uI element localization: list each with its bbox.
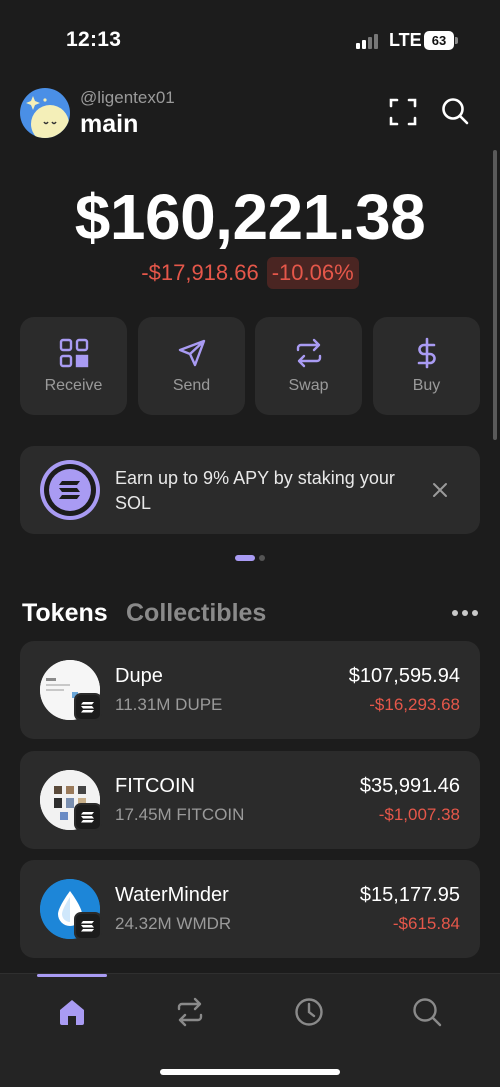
token-value: $107,595.94 <box>348 665 460 687</box>
swap-button[interactable]: Swap <box>255 317 362 415</box>
dollar-icon <box>411 337 443 369</box>
battery-level: 63 <box>424 31 454 50</box>
total-balance: $160,221.38 <box>74 181 426 253</box>
tab-tokens[interactable]: Tokens <box>22 599 108 628</box>
history-icon[interactable] <box>293 996 325 1028</box>
receive-button[interactable]: Receive <box>20 317 127 415</box>
status-time: 12:13 <box>66 28 122 51</box>
send-icon <box>176 337 208 369</box>
solana-badge-icon <box>74 912 102 940</box>
solana-icon <box>40 460 100 520</box>
send-label: Send <box>172 377 211 394</box>
home-indicator[interactable] <box>160 1069 340 1075</box>
swap-icon <box>293 337 325 369</box>
balance-change: -$17,918.66 -10.06% <box>0 257 500 289</box>
search-icon[interactable] <box>411 996 443 1028</box>
carousel-indicator <box>235 555 275 561</box>
battery-icon: 63 <box>424 31 458 50</box>
send-button[interactable]: Send <box>138 317 245 415</box>
buy-button[interactable]: Buy <box>373 317 480 415</box>
change-amount: -$17,918.66 <box>141 260 259 285</box>
account-handle[interactable]: @ligentex01 <box>80 88 175 108</box>
search-icon[interactable] <box>440 96 470 126</box>
buy-label: Buy <box>412 377 441 394</box>
token-name: WaterMinder <box>115 884 229 906</box>
token-change: -$615.84 <box>392 914 460 933</box>
token-value: $35,991.46 <box>359 775 460 797</box>
signal-icon <box>356 33 382 49</box>
token-amount: 24.32M WMDR <box>115 914 232 933</box>
change-percent-badge: -10.06% <box>266 257 359 289</box>
swap-label: Swap <box>288 377 329 394</box>
home-icon[interactable] <box>56 996 88 1028</box>
scan-icon[interactable] <box>388 97 418 127</box>
staking-promo-banner[interactable]: Earn up to 9% APY by staking your SOL <box>20 446 480 534</box>
close-icon[interactable] <box>430 480 450 500</box>
token-row[interactable]: FITCOIN 17.45M FITCOIN $35,991.46 -$1,00… <box>20 751 480 849</box>
active-tab-indicator <box>37 974 107 977</box>
token-name: FITCOIN <box>115 775 195 797</box>
action-buttons: Receive Send Swap Buy <box>20 317 480 415</box>
scrollbar[interactable] <box>493 150 497 440</box>
qr-code-icon <box>58 337 90 369</box>
status-bar: 12:13 LTE 63 <box>0 0 500 80</box>
token-row[interactable]: Dupe 11.31M DUPE $107,595.94 -$16,293.68 <box>20 641 480 739</box>
solana-badge-icon <box>74 693 102 721</box>
token-name: Dupe <box>115 665 163 687</box>
token-change: -$1,007.38 <box>378 805 460 824</box>
more-options-icon[interactable] <box>452 610 478 616</box>
network-label: LTE <box>389 30 422 50</box>
token-value: $15,177.95 <box>359 884 460 906</box>
wallet-name[interactable]: main <box>80 110 138 139</box>
token-row[interactable]: WaterMinder 24.32M WMDR $15,177.95 -$615… <box>20 860 480 958</box>
promo-text: Earn up to 9% APY by staking your SOL <box>115 468 395 513</box>
token-amount: 17.45M FITCOIN <box>115 805 245 824</box>
swap-icon[interactable] <box>174 996 206 1028</box>
solana-badge-icon <box>74 803 102 831</box>
receive-label: Receive <box>44 377 103 394</box>
token-change: -$16,293.68 <box>369 695 460 714</box>
avatar[interactable] <box>20 88 70 138</box>
token-amount: 11.31M DUPE <box>115 695 223 714</box>
tab-collectibles[interactable]: Collectibles <box>126 599 266 628</box>
